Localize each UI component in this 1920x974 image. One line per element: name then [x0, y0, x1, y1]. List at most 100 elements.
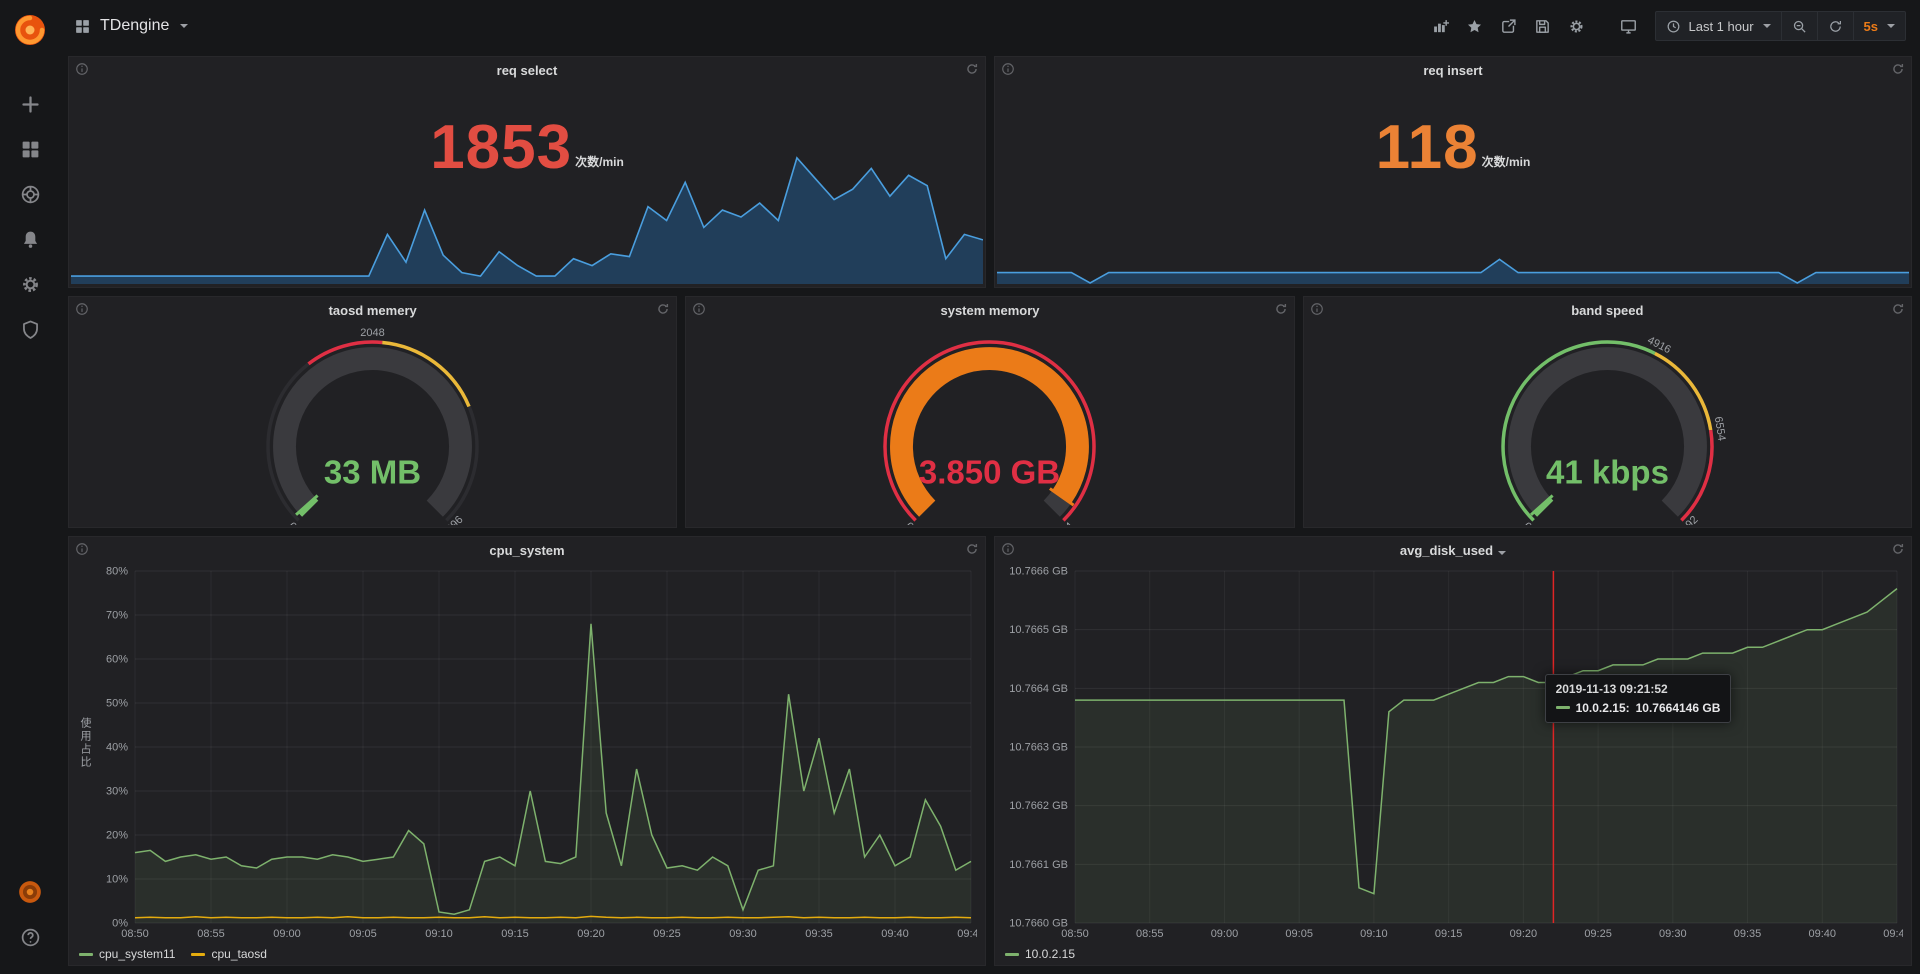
- save-button[interactable]: [1527, 12, 1557, 40]
- time-range-picker[interactable]: Last 1 hour: [1656, 12, 1780, 40]
- panel-refresh-icon[interactable]: [656, 302, 670, 316]
- svg-text:08:55: 08:55: [1136, 928, 1164, 940]
- tooltip-series: 10.0.2.15:: [1576, 701, 1630, 715]
- graph-tooltip: 2019-11-13 09:21:52 10.0.2.15: 10.766414…: [1545, 674, 1732, 723]
- navbar: TDengine Last 1 hour 5s: [60, 0, 1920, 52]
- chevron-down-icon: [180, 24, 188, 28]
- panel-refresh-icon[interactable]: [1891, 62, 1905, 76]
- help-icon[interactable]: [20, 927, 41, 948]
- refresh-icon: [1828, 19, 1843, 34]
- panel-menu-caret-icon: [1498, 551, 1506, 555]
- panel-system-memory: system memory 043.850 GB: [685, 296, 1294, 528]
- svg-text:20%: 20%: [106, 830, 128, 842]
- svg-text:09:45: 09:45: [1883, 928, 1903, 940]
- clock-icon: [1666, 19, 1681, 34]
- panel-header: system memory: [686, 297, 1293, 321]
- panel-title[interactable]: taosd memery: [69, 303, 676, 318]
- time-controls: Last 1 hour 5s: [1655, 11, 1906, 41]
- panel-taosd-memery: taosd memery 02048409633 MB: [68, 296, 677, 528]
- dashboards-icon[interactable]: [20, 139, 41, 160]
- refresh-button[interactable]: [1817, 12, 1853, 40]
- grafana-logo-icon[interactable]: [12, 12, 48, 48]
- cpu-system-graph[interactable]: 0%10%20%30%40%50%60%70%80%08:5008:5509:0…: [95, 563, 977, 941]
- svg-text:09:20: 09:20: [577, 928, 605, 940]
- time-range-label: Last 1 hour: [1688, 19, 1753, 34]
- panel-title[interactable]: req select: [69, 63, 985, 78]
- panel-refresh-icon[interactable]: [965, 542, 979, 556]
- panel-req-insert: req insert 118 次数/min: [994, 56, 1912, 288]
- svg-text:3.850 GB: 3.850 GB: [919, 453, 1060, 490]
- req-insert-sparkline[interactable]: [997, 147, 1909, 285]
- svg-text:10.7664 GB: 10.7664 GB: [1009, 683, 1068, 695]
- svg-text:10.7665 GB: 10.7665 GB: [1009, 624, 1068, 636]
- panel-band-speed: band speed 049166554819241 kbps: [1303, 296, 1912, 528]
- svg-text:09:40: 09:40: [1808, 928, 1836, 940]
- panel-header: band speed: [1304, 297, 1911, 321]
- refresh-interval-picker[interactable]: 5s: [1853, 12, 1905, 40]
- star-button[interactable]: [1459, 12, 1489, 40]
- svg-text:09:10: 09:10: [1360, 928, 1388, 940]
- tooltip-value: 10.7664146 GB: [1636, 701, 1721, 715]
- legend-item[interactable]: cpu_system11: [79, 947, 175, 961]
- svg-text:30%: 30%: [106, 786, 128, 798]
- sidebar: [0, 0, 60, 974]
- panel-header: avg_disk_used: [995, 537, 1911, 561]
- svg-text:08:50: 08:50: [121, 928, 149, 940]
- graph-legend: 10.0.2.15: [1005, 947, 1075, 961]
- panel-refresh-icon[interactable]: [1274, 302, 1288, 316]
- tooltip-time: 2019-11-13 09:21:52: [1556, 682, 1721, 696]
- apps-grid-icon: [74, 18, 91, 35]
- add-panel-button[interactable]: [1425, 12, 1455, 40]
- svg-text:09:00: 09:00: [273, 928, 301, 940]
- share-button[interactable]: [1493, 12, 1523, 40]
- user-avatar[interactable]: [17, 879, 43, 905]
- system-memory-gauge: 043.850 GB: [686, 323, 1293, 525]
- create-icon[interactable]: [20, 94, 41, 115]
- avg-disk-used-graph[interactable]: 10.7660 GB10.7661 GB10.7662 GB10.7663 GB…: [999, 563, 1903, 941]
- panel-refresh-icon[interactable]: [1891, 302, 1905, 316]
- panel-title[interactable]: req insert: [995, 63, 1911, 78]
- explore-icon[interactable]: [20, 184, 41, 205]
- svg-text:09:40: 09:40: [881, 928, 909, 940]
- panel-title[interactable]: avg_disk_used: [995, 543, 1911, 558]
- svg-text:6554: 6554: [1711, 416, 1727, 442]
- panel-refresh-icon[interactable]: [1891, 542, 1905, 556]
- cycle-view-button[interactable]: [1613, 12, 1643, 40]
- svg-text:09:15: 09:15: [501, 928, 529, 940]
- legend-label: 10.0.2.15: [1025, 947, 1075, 961]
- panel-title[interactable]: band speed: [1304, 303, 1911, 318]
- svg-text:09:30: 09:30: [1659, 928, 1687, 940]
- dashboard-grid: req select 1853 次数/min req insert 118 次数…: [60, 52, 1920, 974]
- svg-text:2048: 2048: [360, 327, 384, 339]
- svg-text:09:25: 09:25: [653, 928, 681, 940]
- svg-text:10.7660 GB: 10.7660 GB: [1009, 918, 1068, 930]
- chevron-down-icon: [1763, 24, 1771, 28]
- svg-text:08:50: 08:50: [1061, 928, 1089, 940]
- dashboard-picker[interactable]: TDengine: [74, 17, 188, 35]
- dashboard-title[interactable]: TDengine: [100, 17, 169, 35]
- server-admin-icon[interactable]: [20, 319, 41, 340]
- zoom-out-button[interactable]: [1781, 12, 1817, 40]
- legend-swatch: [191, 953, 205, 956]
- svg-text:10%: 10%: [106, 874, 128, 886]
- panel-title[interactable]: system memory: [686, 303, 1293, 318]
- tooltip-row: 10.0.2.15: 10.7664146 GB: [1556, 701, 1721, 715]
- graph-legend: cpu_system11 cpu_taosd: [79, 947, 267, 961]
- svg-text:10.7663 GB: 10.7663 GB: [1009, 742, 1068, 754]
- dashboard-settings-button[interactable]: [1561, 12, 1591, 40]
- band-speed-gauge: 049166554819241 kbps: [1304, 323, 1911, 525]
- panel-req-select: req select 1853 次数/min: [68, 56, 986, 288]
- legend-item[interactable]: 10.0.2.15: [1005, 947, 1075, 961]
- legend-item[interactable]: cpu_taosd: [191, 947, 266, 961]
- panel-header: taosd memery: [69, 297, 676, 321]
- legend-label: cpu_taosd: [211, 947, 266, 961]
- req-select-sparkline[interactable]: [71, 147, 983, 285]
- svg-text:09:10: 09:10: [425, 928, 453, 940]
- alerting-icon[interactable]: [20, 229, 41, 250]
- configuration-icon[interactable]: [20, 274, 41, 295]
- svg-text:09:30: 09:30: [729, 928, 757, 940]
- svg-text:09:35: 09:35: [805, 928, 833, 940]
- panel-title[interactable]: cpu_system: [69, 543, 985, 558]
- svg-text:09:05: 09:05: [349, 928, 377, 940]
- panel-refresh-icon[interactable]: [965, 62, 979, 76]
